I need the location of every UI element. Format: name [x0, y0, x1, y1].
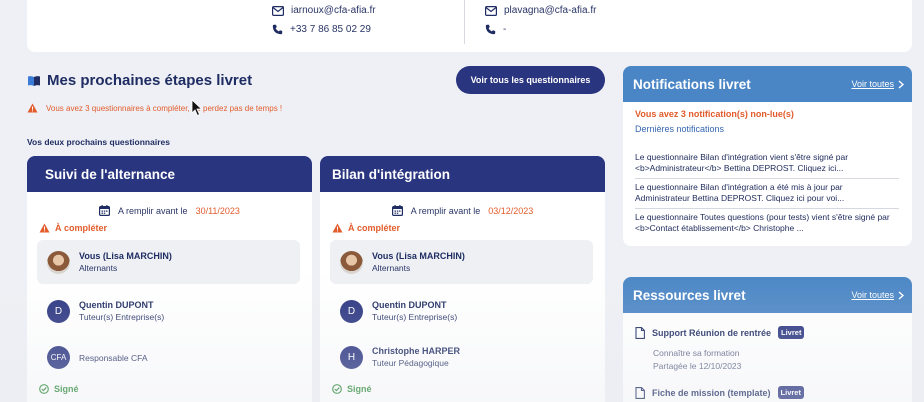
book-icon	[28, 75, 40, 86]
avatar	[340, 250, 363, 274]
warning-icon	[332, 223, 343, 233]
status-signed: Signé	[39, 384, 79, 394]
questionnaire-card-bilan[interactable]: Bilan d'intégration A remplir avant le 0…	[320, 156, 605, 402]
check-circle-icon	[39, 384, 49, 394]
questionnaire-title[interactable]: Bilan d'intégration	[320, 156, 605, 192]
warning-text: Vous avez 3 questionnaires à compléter, …	[46, 103, 283, 113]
status-signed: Signé	[332, 384, 372, 394]
phone-icon	[272, 24, 283, 35]
warning-icon	[39, 223, 50, 233]
livret-badge: Livret	[778, 326, 805, 339]
divider	[635, 208, 899, 209]
unread-count: Vous avez 3 notification(s) non-lue(s)	[635, 109, 794, 119]
participant-name: Christophe HARPER	[372, 346, 461, 356]
phone-icon	[485, 24, 496, 35]
status-to-complete: À compléter	[39, 223, 107, 233]
status-text: À compléter	[55, 223, 108, 233]
participant-row[interactable]: D Quentin DUPONT Tuteur(s) Entreprise(s)	[37, 289, 300, 333]
chevron-right-icon	[898, 79, 904, 89]
view-all-text: Voir toutes	[851, 79, 894, 89]
contact-email-text: plavagna@cfa-afia.fr	[504, 5, 597, 16]
notifications-title: Notifications livret	[633, 76, 751, 92]
contact-email-text: iarnoux@cfa-afia.fr	[291, 5, 376, 16]
status-to-complete: À compléter	[332, 223, 400, 233]
participant-row[interactable]: Vous (Lisa MARCHIN) Alternants	[37, 240, 300, 284]
resources-title: Ressources livret	[633, 287, 746, 303]
next-questionnaires-label: Vos deux prochains questionnaires	[27, 137, 170, 147]
contact-phone-left[interactable]: +33 7 86 85 02 29	[272, 24, 371, 35]
tutor-contact-card: iarnoux@cfa-afia.fr +33 7 86 85 02 29 pl…	[27, 0, 912, 52]
questionnaire-card-suivi[interactable]: Suivi de l'alternance A remplir avant le…	[27, 156, 312, 402]
participant-row[interactable]: CFA Responsable CFA	[37, 335, 300, 379]
participant-role: Tuteur(s) Entreprise(s)	[79, 312, 165, 322]
avatar: D	[47, 299, 70, 323]
avatar: D	[340, 299, 363, 323]
warning-icon	[27, 103, 38, 113]
resources-header: Ressources livret Voir toutes	[623, 277, 912, 313]
mail-icon	[485, 5, 497, 16]
notification-item[interactable]: Le questionnaire Toutes questions (pour …	[635, 212, 899, 234]
notification-item[interactable]: Le questionnaire Bilan d'intégration a é…	[635, 182, 899, 204]
signed-text: Signé	[347, 384, 372, 394]
notification-item[interactable]: Le questionnaire Bilan d'intégration vie…	[635, 152, 899, 174]
participant-name: Vous (Lisa MARCHIN)	[372, 251, 465, 261]
status-text: À compléter	[348, 223, 401, 233]
notifications-panel: Notifications livret Voir toutes Vous av…	[623, 66, 912, 246]
resource-item[interactable]: Support Réunion de rentrée Livret	[635, 326, 805, 339]
contact-phone-right[interactable]: -	[485, 24, 506, 35]
resource-description: Connaître sa formation	[653, 348, 740, 358]
section-title-text: Mes prochaines étapes livret	[47, 72, 253, 89]
contact-phone-text: +33 7 86 85 02 29	[290, 24, 371, 35]
divider	[635, 178, 899, 179]
participant-name: Quentin DUPONT	[79, 300, 154, 310]
document-icon	[635, 326, 645, 339]
avatar	[47, 250, 70, 274]
mail-icon	[272, 5, 284, 16]
resource-title: Fiche de mission (template)	[652, 387, 771, 398]
contact-phone-text: -	[503, 24, 507, 35]
calendar-icon	[99, 205, 111, 216]
view-all-questionnaires-button[interactable]: Voir tous les questionnaires	[456, 66, 605, 94]
livret-badge: Livret	[777, 386, 804, 399]
check-circle-icon	[332, 384, 342, 394]
resources-panel: Ressources livret Voir toutes Support Ré…	[623, 277, 912, 402]
resources-view-all-link[interactable]: Voir toutes	[851, 290, 904, 300]
avatar: H	[340, 345, 363, 369]
calendar-icon	[391, 205, 403, 216]
contact-divider	[464, 0, 465, 44]
contact-email-right[interactable]: plavagna@cfa-afia.fr	[485, 5, 596, 16]
resource-share-date: Partagée le 12/10/2023	[653, 361, 742, 371]
due-date-label: A remplir avant le	[410, 205, 481, 216]
notifications-view-all-link[interactable]: Voir toutes	[851, 79, 904, 89]
section-title: Mes prochaines étapes livret	[27, 72, 252, 89]
participant-name: Vous (Lisa MARCHIN)	[79, 251, 172, 261]
due-date-value: 03/12/2023	[488, 205, 534, 216]
contact-email-left[interactable]: iarnoux@cfa-afia.fr	[272, 5, 376, 16]
document-icon	[635, 386, 645, 399]
recent-notifications-label[interactable]: Dernières notifications	[635, 124, 724, 134]
participant-role: Responsable CFA	[79, 353, 148, 363]
due-date-label: A remplir avant le	[118, 205, 188, 216]
questionnaire-title[interactable]: Suivi de l'alternance	[27, 156, 312, 192]
participant-name: Quentin DUPONT	[372, 300, 447, 310]
resource-item[interactable]: Fiche de mission (template) Livret	[635, 386, 804, 399]
participant-row[interactable]: D Quentin DUPONT Tuteur(s) Entreprise(s)	[330, 289, 593, 333]
signed-text: Signé	[54, 384, 79, 394]
participant-role: Tuteur(s) Entreprise(s)	[372, 312, 458, 322]
due-date-value: 30/11/2023	[195, 205, 240, 216]
mouse-cursor-icon	[191, 99, 203, 117]
chevron-right-icon	[898, 290, 904, 300]
questionnaire-warning: Vous avez 3 questionnaires à compléter, …	[27, 103, 282, 113]
avatar: CFA	[47, 345, 70, 369]
participant-role: Alternants	[79, 263, 118, 273]
notifications-header: Notifications livret Voir toutes	[623, 66, 912, 102]
participant-role: Tuteur Pédagogique	[372, 358, 449, 368]
due-date-row: A remplir avant le 03/12/2023	[320, 205, 605, 216]
participant-row[interactable]: Vous (Lisa MARCHIN) Alternants	[330, 240, 593, 284]
view-all-text: Voir toutes	[851, 290, 894, 300]
participant-row[interactable]: H Christophe HARPER Tuteur Pédagogique	[330, 335, 593, 379]
resource-title: Support Réunion de rentrée	[652, 327, 772, 338]
due-date-row: A remplir avant le 30/11/2023	[27, 205, 312, 216]
participant-role: Alternants	[372, 263, 411, 273]
